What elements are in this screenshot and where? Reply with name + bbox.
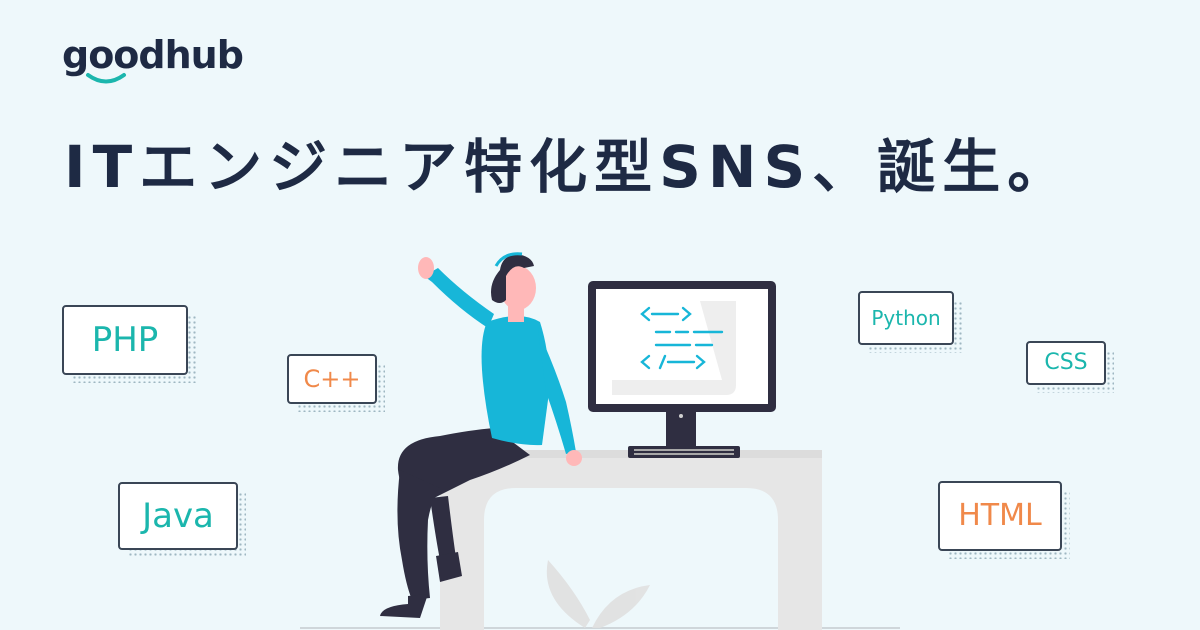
plant-shape bbox=[546, 560, 650, 628]
shoe-right bbox=[380, 594, 428, 618]
illustration bbox=[300, 252, 900, 630]
hand-raised bbox=[418, 257, 434, 279]
hand-desk bbox=[566, 450, 582, 466]
